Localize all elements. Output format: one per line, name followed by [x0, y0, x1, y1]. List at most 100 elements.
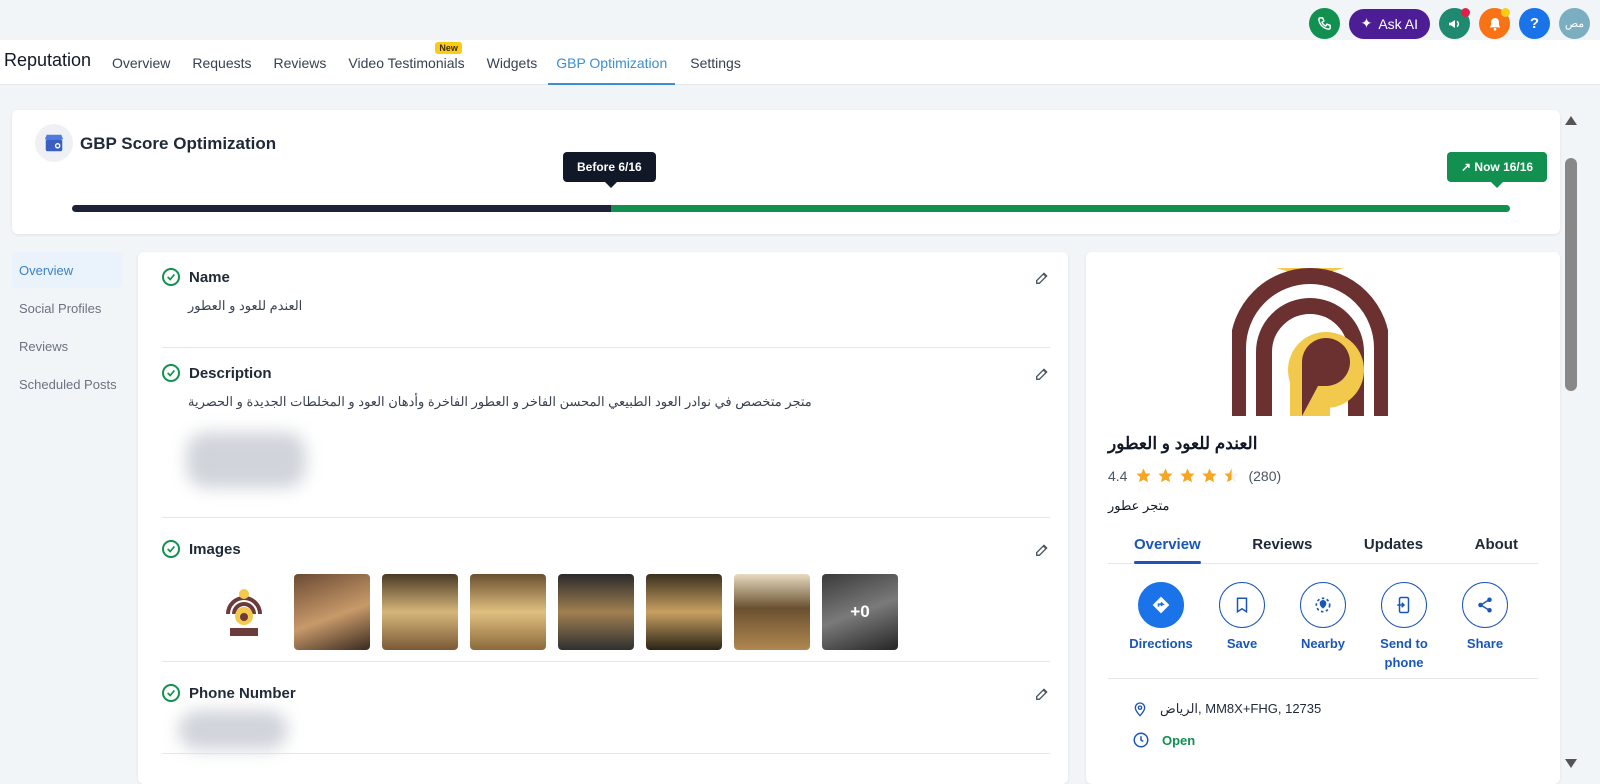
section-sidebar: Overview Social Profiles Reviews Schedul… — [12, 252, 122, 404]
address-text: الرياض, MM8X+FHG, 12735 — [1160, 701, 1322, 716]
sidebar-item-scheduled-posts[interactable]: Scheduled Posts — [12, 366, 122, 402]
nav-tabs: Overview Requests Reviews Video Testimon… — [101, 40, 756, 85]
tab-reviews[interactable]: Reviews — [263, 40, 338, 85]
profile-tab-about[interactable]: About — [1475, 526, 1518, 563]
profile-tab-overview[interactable]: Overview — [1134, 526, 1201, 564]
help-icon: ? — [1529, 15, 1540, 32]
reviews-count[interactable]: (280) — [1248, 468, 1281, 484]
tab-gbp-optimization[interactable]: GBP Optimization — [548, 40, 676, 85]
image-gallery: +0 — [206, 574, 1050, 650]
more-images-count: +0 — [822, 574, 898, 650]
tab-settings[interactable]: Settings — [675, 40, 756, 85]
notifications-button[interactable] — [1479, 8, 1510, 39]
gallery-image[interactable] — [646, 574, 722, 650]
ask-ai-button[interactable]: ✦ Ask AI — [1348, 8, 1430, 39]
tab-requests[interactable]: Requests — [181, 40, 262, 85]
action-label: Send to phone — [1380, 636, 1428, 670]
star-icon — [1202, 468, 1218, 483]
description-label: Description — [189, 364, 272, 382]
half-star-icon — [1224, 468, 1240, 483]
announcements-button[interactable] — [1439, 8, 1470, 39]
google-profile-preview: العندم للعود و العطور 4.4 (280) متجر عطو… — [1086, 252, 1560, 784]
profile-tab-reviews[interactable]: Reviews — [1252, 526, 1312, 563]
sparkle-icon: ✦ — [1360, 15, 1373, 31]
sidebar-item-reviews[interactable]: Reviews — [12, 328, 122, 364]
tab-label: GBP Optimization — [556, 54, 668, 71]
now-score-tooltip: ↗ Now 16/16 — [1447, 152, 1548, 188]
name-section: Name العندم للعود و العطور — [162, 268, 1050, 348]
action-label: Directions — [1129, 636, 1193, 651]
clock-icon — [1133, 732, 1149, 748]
nearby-button[interactable]: Nearby — [1288, 582, 1358, 672]
share-icon — [1462, 582, 1508, 628]
store-icon — [35, 124, 73, 162]
gbp-score-card: GBP Score Optimization Before 6/16 ↗ Now… — [12, 110, 1560, 234]
phone-call-button[interactable] — [1308, 8, 1340, 39]
check-circle-icon — [162, 364, 180, 382]
tab-label: Overview — [112, 54, 171, 71]
profile-tab-updates[interactable]: Updates — [1364, 526, 1423, 563]
open-status: Open — [1162, 732, 1196, 748]
rating-value: 4.4 — [1108, 467, 1128, 484]
scroll-down-arrow-icon[interactable] — [1565, 759, 1577, 768]
score-bar-now — [611, 205, 1510, 212]
profile-actions: Directions Save Nearby Send to phone Sha… — [1108, 582, 1538, 672]
description-value: متجر متخصص في نوادر العود الطبيعي المحسن… — [188, 394, 812, 409]
help-button[interactable]: ? — [1519, 8, 1550, 39]
new-badge: New — [435, 42, 462, 54]
save-button[interactable]: Save — [1207, 582, 1277, 672]
tab-label: Video Testimonials — [348, 54, 465, 71]
gallery-image[interactable] — [470, 574, 546, 650]
avatar[interactable]: مص — [1559, 8, 1590, 39]
scroll-up-arrow-icon[interactable] — [1565, 116, 1577, 125]
rating-stars — [1135, 467, 1240, 484]
gallery-image[interactable] — [734, 574, 810, 650]
edit-pencil-icon[interactable] — [1034, 270, 1050, 291]
edit-pencil-icon[interactable] — [1034, 686, 1050, 707]
ask-ai-label: Ask AI — [1378, 15, 1418, 32]
images-section: Images +0 — [162, 518, 1050, 662]
blurred-content — [178, 710, 288, 750]
directions-button[interactable]: Directions — [1126, 582, 1196, 672]
action-label: Share — [1466, 636, 1504, 651]
directions-icon — [1138, 582, 1184, 628]
gallery-image[interactable] — [382, 574, 458, 650]
nearby-icon — [1300, 582, 1346, 628]
tab-overview[interactable]: Overview — [101, 40, 181, 85]
hours-row[interactable]: Open — [1132, 731, 1195, 749]
gallery-image[interactable] — [558, 574, 634, 650]
scroll-thumb[interactable] — [1565, 158, 1577, 391]
gallery-image-more[interactable]: +0 — [822, 574, 898, 650]
address-row[interactable]: الرياض, MM8X+FHG, 12735 — [1132, 700, 1321, 718]
tab-widgets[interactable]: Widgets — [476, 40, 549, 85]
tab-label: Overview — [1134, 536, 1201, 553]
rating-row: 4.4 (280) — [1108, 467, 1281, 484]
score-title: GBP Score Optimization — [80, 134, 277, 153]
star-icon — [1180, 468, 1196, 483]
sidebar-item-overview[interactable]: Overview — [12, 252, 122, 288]
avatar-initials: مص — [1564, 18, 1585, 30]
gallery-image[interactable] — [294, 574, 370, 650]
now-score-label: Now 16/16 — [1474, 160, 1534, 174]
edit-pencil-icon[interactable] — [1034, 542, 1050, 563]
tab-video-testimonials[interactable]: Video Testimonials New — [337, 40, 475, 85]
tab-label: Reviews — [1252, 536, 1313, 553]
sidebar-item-social-profiles[interactable]: Social Profiles — [12, 290, 122, 326]
edit-pencil-icon[interactable] — [1034, 366, 1050, 387]
gallery-image[interactable] — [206, 574, 282, 650]
tab-label: Requests — [192, 54, 252, 71]
scrollbar[interactable] — [1562, 110, 1580, 784]
profile-tabs: Overview Reviews Updates About — [1108, 526, 1538, 564]
action-label: Nearby — [1300, 636, 1346, 651]
score-bar-before — [72, 205, 611, 212]
share-button[interactable]: Share — [1450, 582, 1520, 672]
profile-business-name: العندم للعود و العطور — [1108, 434, 1258, 453]
tab-label: Settings — [690, 54, 741, 71]
send-to-phone-button[interactable]: Send to phone — [1369, 582, 1439, 672]
phone-icon — [1317, 17, 1331, 30]
phone-section: Phone Number — [162, 662, 1050, 754]
location-pin-icon — [1134, 702, 1146, 717]
business-name-value: العندم للعود و العطور — [188, 298, 303, 313]
images-label: Images — [189, 540, 241, 558]
tab-label: Updates — [1363, 536, 1424, 553]
